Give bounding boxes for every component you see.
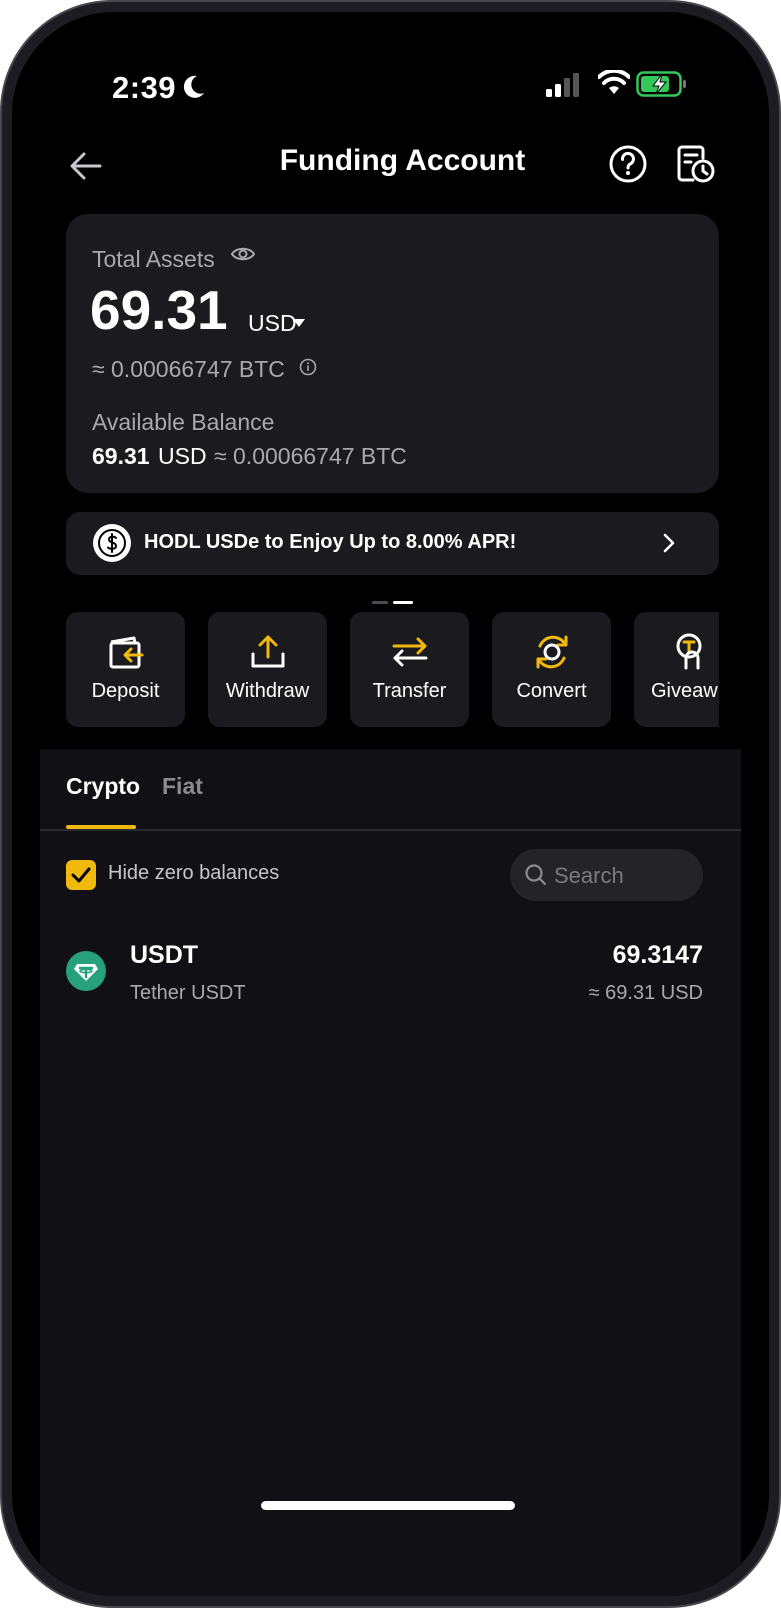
total-assets-value: 69.31 [90, 279, 228, 341]
hide-zero-label[interactable]: Hide zero balances [108, 862, 279, 885]
page-title: Funding Account [279, 144, 526, 177]
available-balance-label: Available Balance [92, 409, 275, 435]
available-balance-currency: USD [158, 443, 207, 469]
home-indicator[interactable] [261, 1501, 515, 1510]
total-assets-btc: ≈ 0.00066747 BTC [92, 356, 285, 382]
asset-usd-value: ≈ 69.31 USD [588, 982, 703, 1004]
hide-zero-checkbox[interactable] [66, 860, 96, 890]
asset-row-usdt[interactable]: USDT Tether USDT 69.3147 ≈ 69.31 USD [40, 929, 741, 1019]
giveaway-icon [676, 633, 702, 670]
carousel-dot [372, 601, 388, 604]
quick-actions: Deposit Withdraw Transfer Convert Giveaw [66, 612, 719, 730]
wifi-icon [598, 70, 630, 94]
info-icon[interactable] [299, 358, 317, 376]
history-icon[interactable] [676, 144, 716, 184]
available-balance-btc: ≈ 0.00066747 BTC [214, 443, 407, 469]
convert-button[interactable]: Convert [492, 612, 611, 727]
search-placeholder: Search [554, 863, 624, 888]
transfer-button[interactable]: Transfer [350, 612, 469, 727]
action-label: Transfer [372, 680, 447, 702]
tether-icon [66, 951, 106, 991]
available-balance-value: 69.31 [92, 443, 150, 469]
search-icon [525, 864, 547, 886]
total-assets-card: Total Assets 69.31 USD ≈ 0.00066747 BTC … [66, 214, 719, 493]
eye-icon[interactable] [230, 244, 256, 264]
status-time: 2:39 [112, 70, 177, 105]
checkmark-icon [71, 867, 91, 883]
assets-panel: Crypto Fiat Hide zero balances Search US… [40, 749, 741, 1596]
tab-fiat[interactable]: Fiat [162, 773, 203, 800]
asset-symbol: USDT [130, 941, 199, 969]
tab-crypto[interactable]: Crypto [66, 773, 140, 800]
caret-down-icon[interactable] [293, 319, 305, 327]
promo-banner[interactable]: HODL USDe to Enjoy Up to 8.00% APR! [66, 512, 719, 575]
withdraw-icon [251, 635, 284, 668]
moon-icon [183, 75, 204, 98]
promo-text: HODL USDe to Enjoy Up to 8.00% APR! [144, 531, 517, 553]
withdraw-button[interactable]: Withdraw [208, 612, 327, 727]
deposit-icon [109, 636, 143, 669]
battery-icon [636, 71, 686, 97]
cellular-signal-icon [546, 73, 579, 97]
action-label: Convert [516, 680, 587, 702]
search-input[interactable]: Search [510, 849, 703, 901]
total-assets-label: Total Assets [92, 246, 215, 272]
phone-frame: 2:39 Funding Account Total Assets 69.31 … [0, 0, 781, 1608]
action-label: Deposit [91, 680, 160, 702]
convert-icon [536, 635, 567, 669]
action-label: Giveaw [651, 680, 718, 702]
giveaway-button[interactable]: Giveaw [634, 612, 719, 727]
help-icon[interactable] [608, 144, 648, 184]
action-label: Withdraw [225, 680, 310, 702]
currency-selector[interactable]: USD [248, 310, 297, 337]
usde-coin-icon [93, 524, 131, 562]
chevron-right-icon [663, 533, 675, 553]
tab-divider [40, 829, 741, 831]
deposit-button[interactable]: Deposit [66, 612, 185, 727]
asset-name: Tether USDT [130, 982, 246, 1004]
transfer-icon [392, 637, 427, 667]
screen: 2:39 Funding Account Total Assets 69.31 … [12, 12, 769, 1596]
carousel-dot-active [393, 601, 413, 604]
asset-amount: 69.3147 [612, 941, 703, 969]
